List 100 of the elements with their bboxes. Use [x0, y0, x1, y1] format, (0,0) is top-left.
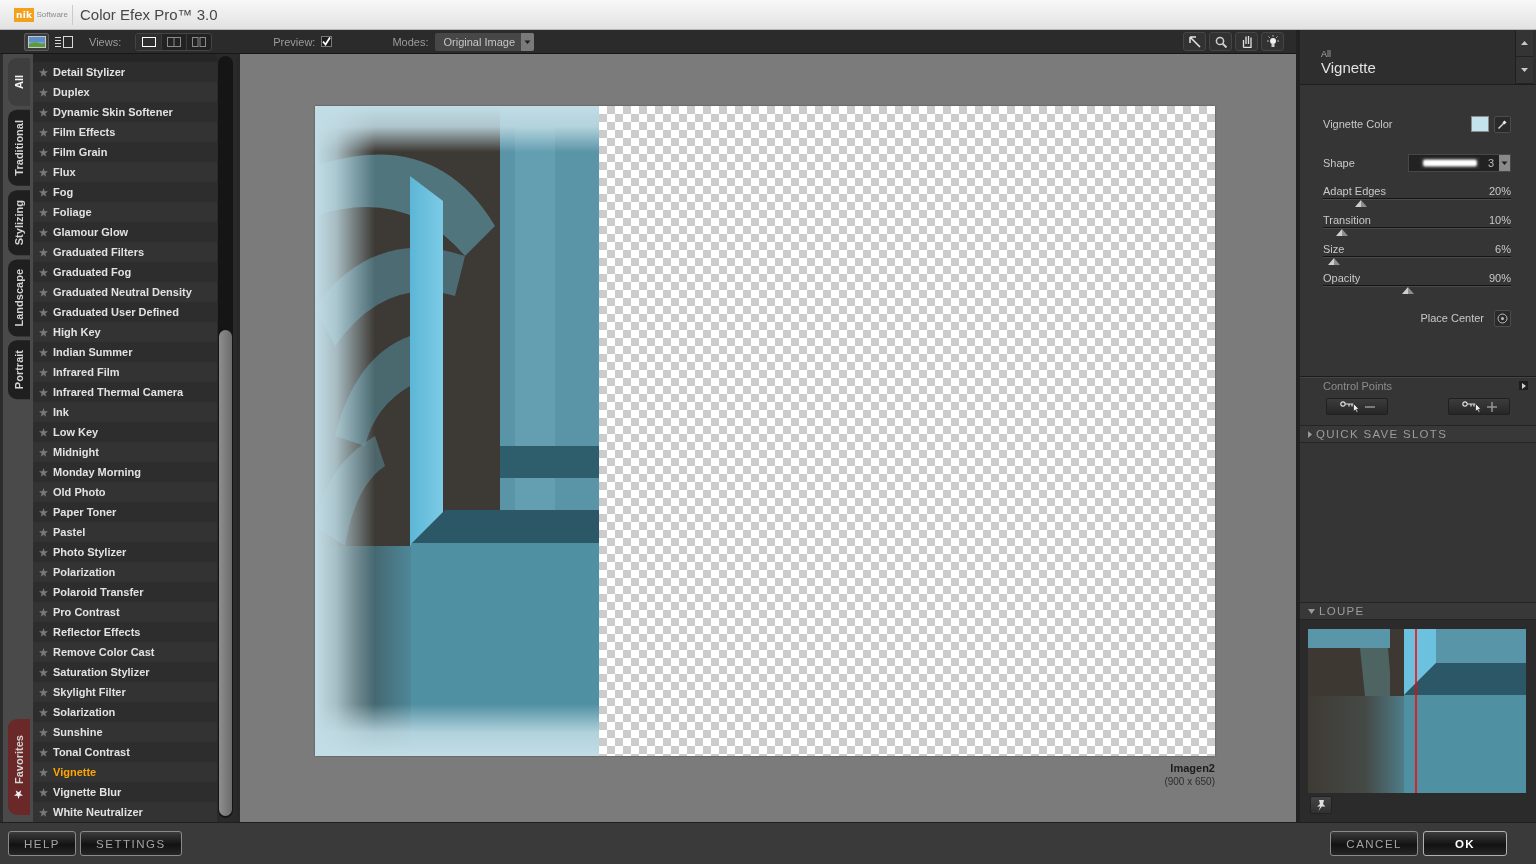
filter-list-item[interactable]: Low Key: [33, 422, 217, 442]
filter-list-item[interactable]: Ink: [33, 402, 217, 422]
filter-list-item[interactable]: Infrared Film: [33, 362, 217, 382]
scrollbar-track[interactable]: [218, 56, 233, 818]
image-name: Imagen2: [1170, 762, 1215, 775]
filter-list-item[interactable]: Vignette: [33, 762, 217, 782]
color-swatch-icon[interactable]: [1471, 116, 1489, 132]
slider-label: Opacity: [1323, 272, 1361, 284]
star-icon: [39, 307, 48, 317]
filter-list-item[interactable]: Polarization: [33, 562, 217, 582]
star-icon: [39, 647, 48, 657]
caret-up-icon: [1521, 41, 1528, 45]
footer-button[interactable]: SETTINGS: [80, 831, 182, 856]
single-view-button[interactable]: [136, 33, 162, 50]
footer-button[interactable]: HELP: [8, 831, 77, 856]
pin-button[interactable]: [1310, 796, 1332, 814]
list-icon: [54, 35, 73, 48]
ok-button[interactable]: OK: [1423, 831, 1507, 856]
filter-list-item[interactable]: Fog: [33, 182, 217, 202]
checkmark-icon: [322, 37, 332, 46]
section-header[interactable]: QUICK SAVE SLOTS: [1300, 425, 1536, 443]
star-icon: [39, 667, 48, 677]
filter-list-item[interactable]: Detail Stylizer: [33, 62, 217, 82]
filter-list-item[interactable]: Monday Morning: [33, 462, 217, 482]
slider-thumb[interactable]: [1328, 258, 1341, 265]
filter-list-item[interactable]: Skylight Filter: [33, 682, 217, 702]
filter-list-item[interactable]: Vignette Blur: [33, 782, 217, 802]
light-tool-button[interactable]: [1261, 32, 1284, 51]
filter-list-item[interactable]: Photo Stylizer: [33, 542, 217, 562]
side-by-side-view-icon: [192, 36, 207, 47]
modes-dropdown[interactable]: Original Image: [435, 32, 535, 51]
preview-checkbox[interactable]: [321, 36, 333, 47]
category-tab[interactable]: Traditional: [8, 110, 30, 186]
filter-list-item[interactable]: Foliage: [33, 202, 217, 222]
filter-list-item[interactable]: Polaroid Transfer: [33, 582, 217, 602]
filter-list-item[interactable]: Glamour Glow: [33, 222, 217, 242]
hand-tool-button[interactable]: [1235, 32, 1258, 51]
category-tab[interactable]: Stylizing: [8, 189, 30, 255]
shape-dropdown[interactable]: 3: [1408, 154, 1511, 172]
category-tab[interactable]: All: [8, 58, 30, 106]
place-center-button[interactable]: [1494, 309, 1511, 327]
next-filter-button[interactable]: [1516, 57, 1533, 84]
filter-list-item[interactable]: Midnight: [33, 442, 217, 462]
slider-label: Adapt Edges: [1323, 185, 1386, 197]
star-icon: [39, 107, 48, 117]
slider-thumb[interactable]: [1401, 287, 1414, 294]
filter-list-item[interactable]: Film Grain: [33, 142, 217, 162]
eyedropper-button[interactable]: [1494, 115, 1511, 133]
favorites-tab[interactable]: Favorites: [8, 719, 30, 815]
category-label: All: [1321, 49, 1331, 59]
remove-control-point-button[interactable]: [1326, 398, 1388, 415]
filter-list-item[interactable]: Remove Color Cast: [33, 642, 217, 662]
star-icon: [39, 447, 48, 457]
filter-list-item[interactable]: Saturation Stylizer: [33, 662, 217, 682]
scrollbar-thumb[interactable]: [219, 330, 232, 816]
filter-list-item[interactable]: Graduated User Defined: [33, 302, 217, 322]
filter-list-item[interactable]: Graduated Fog: [33, 262, 217, 282]
previous-filter-button[interactable]: [1516, 30, 1533, 57]
control-points-menu-button[interactable]: [1519, 381, 1528, 390]
filter-list-item[interactable]: Dynamic Skin Softener: [33, 102, 217, 122]
slider-track[interactable]: [1323, 198, 1511, 208]
star-icon: [39, 707, 48, 717]
filter-list-item[interactable]: Sunshine: [33, 722, 217, 742]
slider-track[interactable]: [1323, 256, 1511, 266]
filter-list-item[interactable]: Pastel: [33, 522, 217, 542]
star-icon: [39, 767, 48, 777]
filter-list-item[interactable]: Tonal Contrast: [33, 742, 217, 762]
filter-list-item[interactable]: High Key: [33, 322, 217, 342]
slider-thumb[interactable]: [1354, 200, 1367, 207]
filter-list-item[interactable]: Solarization: [33, 702, 217, 722]
filter-list-item[interactable]: Graduated Neutral Density: [33, 282, 217, 302]
eyedropper-icon: [1497, 118, 1508, 130]
pushpin-icon: [1316, 799, 1326, 811]
filter-list-item[interactable]: Graduated Filters: [33, 242, 217, 262]
thumbnail-view-button[interactable]: [24, 32, 49, 51]
filter-list-item[interactable]: Flux: [33, 162, 217, 182]
filter-list-item[interactable]: Indian Summer: [33, 342, 217, 362]
filter-list-item[interactable]: Pro Contrast: [33, 602, 217, 622]
filter-list-item[interactable]: White Neutralizer: [33, 802, 217, 822]
zoom-tool-button[interactable]: [1209, 32, 1232, 51]
star-icon: [14, 789, 24, 799]
control-points-label: Control Points: [1323, 379, 1393, 392]
category-tab[interactable]: Portrait: [8, 340, 30, 400]
section-header[interactable]: LOUPE: [1300, 602, 1536, 620]
cancel-button[interactable]: CANCEL: [1330, 831, 1418, 856]
filter-list-item[interactable]: Paper Toner: [33, 502, 217, 522]
pointer-tool-button[interactable]: [1183, 32, 1206, 51]
split-view-icon: [167, 36, 182, 47]
filter-list-item[interactable]: Infrared Thermal Camera: [33, 382, 217, 402]
slider-thumb[interactable]: [1335, 229, 1348, 236]
add-control-point-button[interactable]: [1448, 398, 1510, 415]
slider-track[interactable]: [1323, 285, 1511, 295]
slider-track[interactable]: [1323, 227, 1511, 237]
filter-list-item[interactable]: Reflector Effects: [33, 622, 217, 642]
category-tab[interactable]: Landscape: [8, 258, 30, 337]
filter-list-item[interactable]: Film Effects: [33, 122, 217, 142]
filter-list-item[interactable]: Duplex: [33, 82, 217, 102]
filter-list-item[interactable]: Old Photo: [33, 482, 217, 502]
slider-value: 10%: [1488, 214, 1511, 226]
star-icon: [39, 567, 48, 577]
